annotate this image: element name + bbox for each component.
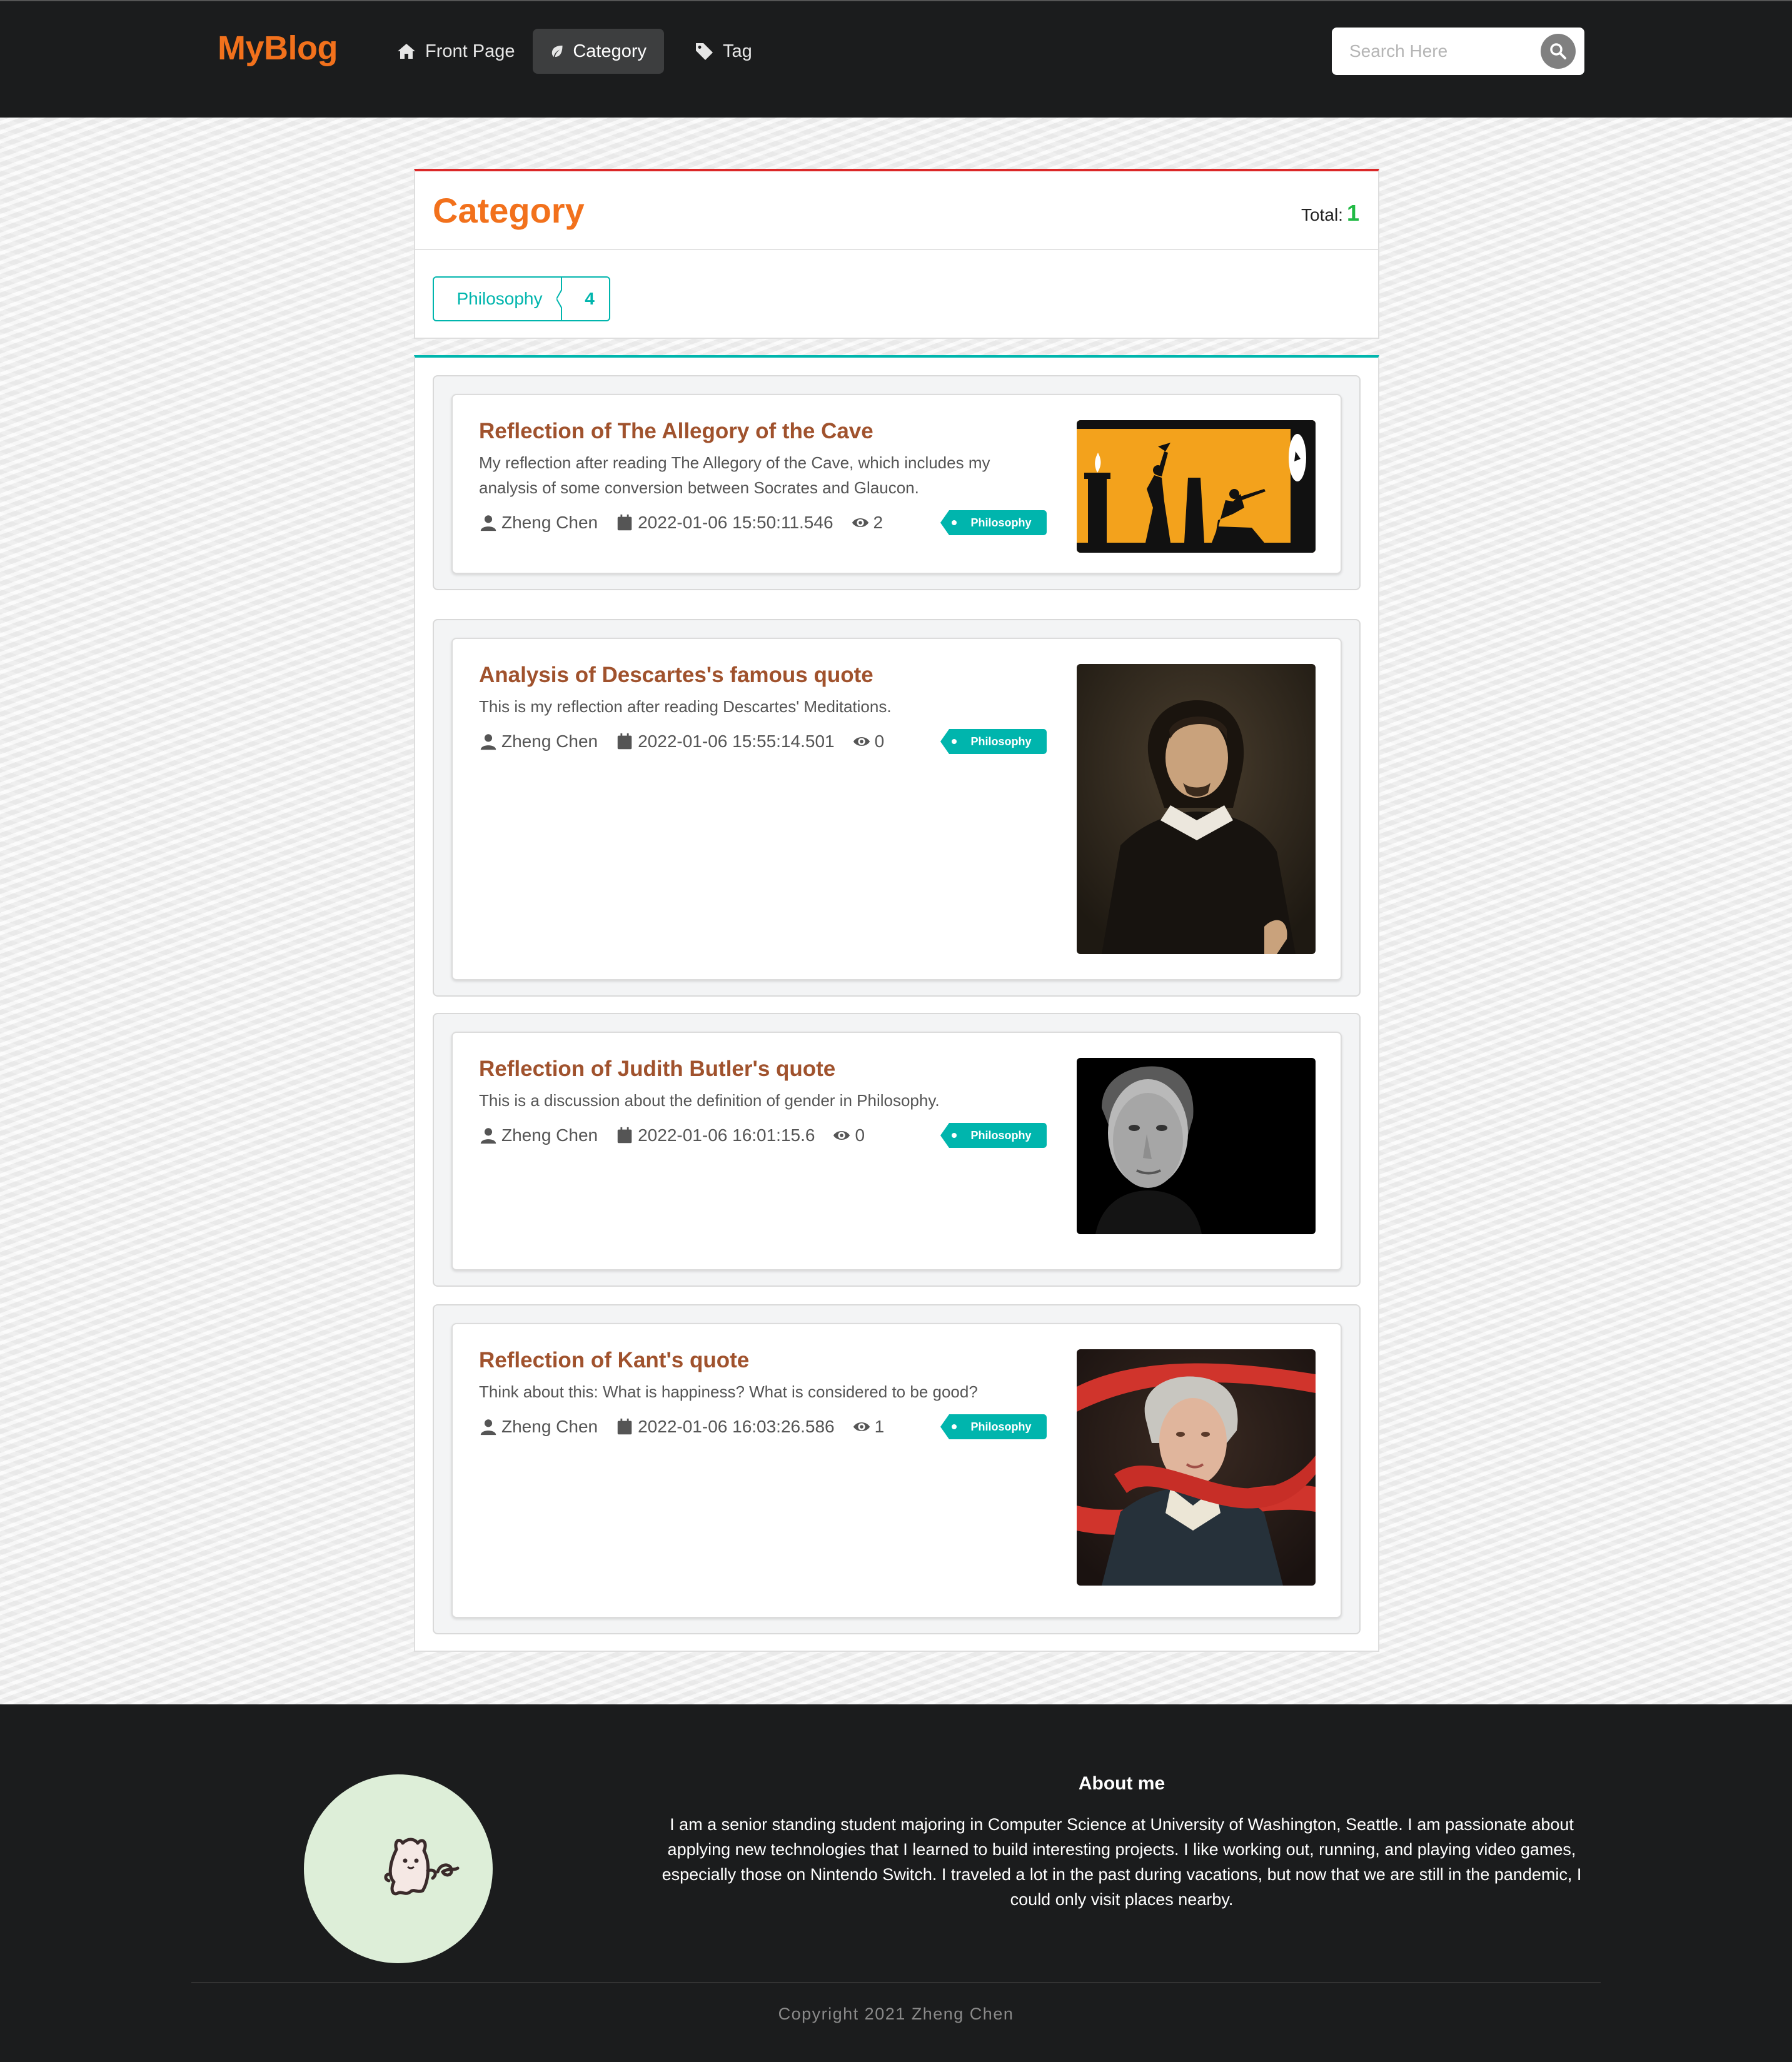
post-card: Reflection of Kant's quote Think about t…: [451, 1323, 1342, 1618]
cave-illustration: [1077, 420, 1316, 553]
post-description: This is a discussion about the definitio…: [479, 1091, 940, 1110]
nav-front-page-label: Front Page: [425, 41, 515, 61]
total-label: Total:: [1301, 205, 1343, 224]
post-tag-label: Philosophy: [970, 516, 1032, 529]
post-thumbnail-allegory[interactable]: [1077, 420, 1316, 553]
search-icon: [1550, 43, 1566, 59]
post-thumbnail-butler[interactable]: [1077, 1058, 1316, 1234]
post-meta: Zheng Chen 2022-01-06 15:55:14.501 0: [479, 729, 902, 754]
nav-category-label: Category: [573, 41, 647, 61]
copyright: Copyright 2021 Zheng Chen: [778, 2004, 1014, 2023]
post-meta: Zheng Chen 2022-01-06 16:01:15.6 0: [479, 1123, 882, 1148]
post-card: Analysis of Descartes's famous quote Thi…: [451, 638, 1342, 980]
user-icon: [480, 1419, 496, 1436]
post-tag-label: Philosophy: [970, 735, 1032, 748]
post-author: Zheng Chen: [501, 1125, 598, 1145]
post-tag-badge[interactable]: Philosophy: [940, 729, 1047, 754]
post-views: 1: [874, 1417, 885, 1436]
post-thumbnail-kant[interactable]: [1077, 1349, 1316, 1586]
post-author: Zheng Chen: [501, 1417, 598, 1436]
category-chip-count: 4: [585, 289, 595, 308]
footer: About me I am a senior standing student …: [0, 1704, 1792, 2062]
category-chip-philosophy[interactable]: Philosophy 4: [433, 276, 610, 321]
post-description: This is my reflection after reading Desc…: [479, 697, 892, 716]
post-description: My reflection after reading The Allegory…: [479, 453, 990, 497]
user-icon: [480, 734, 496, 750]
calendar-icon: [617, 1127, 632, 1144]
post-title[interactable]: Analysis of Descartes's famous quote: [479, 663, 873, 688]
calendar-icon: [617, 1418, 632, 1435]
post-tag-label: Philosophy: [970, 1129, 1032, 1142]
category-total: Total: 1: [1301, 200, 1359, 226]
home-icon: [398, 44, 415, 59]
user-icon: [480, 1128, 496, 1144]
post-tag-label: Philosophy: [970, 1420, 1032, 1433]
post-date: 2022-01-06 15:50:11.546: [638, 513, 833, 532]
search-button[interactable]: [1541, 34, 1576, 69]
category-chip-label: Philosophy: [456, 289, 543, 308]
post-item: Reflection of The Allegory of the Cave M…: [433, 375, 1361, 590]
post-item: Reflection of Judith Butler's quote This…: [433, 1013, 1361, 1287]
about-title: About me: [1078, 1773, 1165, 1794]
category-header-card: Category Total: 1 Philosophy 4: [414, 169, 1379, 339]
eye-icon: [853, 1422, 870, 1432]
total-count: 1: [1346, 200, 1359, 226]
post-author: Zheng Chen: [501, 732, 598, 751]
user-icon: [480, 515, 496, 531]
nav-tag-label: Tag: [723, 41, 752, 61]
post-tag-badge[interactable]: Philosophy: [940, 510, 1047, 535]
tag-icon: [696, 43, 713, 60]
post-thumbnail-descartes[interactable]: [1077, 664, 1316, 954]
post-tag-badge[interactable]: Philosophy: [940, 1414, 1047, 1439]
post-description: Think about this: What is happiness? Wha…: [479, 1382, 978, 1401]
page-title: Category: [433, 191, 585, 230]
post-card: Reflection of Judith Butler's quote This…: [451, 1032, 1342, 1270]
butler-portrait: [1077, 1058, 1316, 1234]
post-title[interactable]: Reflection of Kant's quote: [479, 1348, 749, 1373]
post-author: Zheng Chen: [501, 513, 598, 532]
divider: [191, 1982, 1601, 1983]
calendar-icon: [617, 733, 632, 750]
search-box: [1332, 28, 1584, 75]
calendar-icon: [617, 514, 632, 531]
eye-icon: [833, 1130, 850, 1140]
post-item: Reflection of Kant's quote Think about t…: [433, 1304, 1361, 1634]
search-input[interactable]: [1332, 28, 1538, 75]
post-views: 0: [855, 1125, 865, 1145]
kant-portrait: [1077, 1349, 1316, 1586]
nav-category[interactable]: Category: [533, 29, 664, 74]
post-date: 2022-01-06 15:55:14.501: [638, 732, 835, 751]
eye-icon: [853, 737, 870, 747]
post-meta: Zheng Chen 2022-01-06 16:03:26.586 1: [479, 1414, 902, 1439]
post-tag-badge[interactable]: Philosophy: [940, 1123, 1047, 1148]
nav-tag[interactable]: Tag: [677, 29, 770, 74]
post-views: 0: [874, 732, 885, 751]
ghost-cat-icon: [384, 1838, 460, 1896]
post-views: 2: [873, 513, 883, 532]
post-card: Reflection of The Allegory of the Cave M…: [451, 394, 1342, 574]
post-meta: Zheng Chen 2022-01-06 15:50:11.546 2: [479, 510, 900, 535]
descartes-portrait: [1077, 664, 1316, 954]
top-navbar: MyBlog Front Page Category Tag: [0, 0, 1792, 118]
post-list: Reflection of The Allegory of the Cave M…: [414, 355, 1379, 1652]
post-item: Analysis of Descartes's famous quote Thi…: [433, 619, 1361, 997]
brand-logo[interactable]: MyBlog: [218, 29, 338, 68]
nav-front-page[interactable]: Front Page: [379, 29, 532, 74]
leaf-icon: [551, 45, 563, 58]
about-text: I am a senior standing student majoring …: [662, 1815, 1582, 1909]
post-date: 2022-01-06 16:01:15.6: [638, 1125, 815, 1145]
post-date: 2022-01-06 16:03:26.586: [638, 1417, 835, 1436]
avatar: [304, 1774, 493, 1963]
divider: [415, 249, 1378, 250]
post-title[interactable]: Reflection of The Allegory of the Cave: [479, 419, 873, 444]
post-title[interactable]: Reflection of Judith Butler's quote: [479, 1057, 835, 1082]
eye-icon: [852, 518, 868, 528]
